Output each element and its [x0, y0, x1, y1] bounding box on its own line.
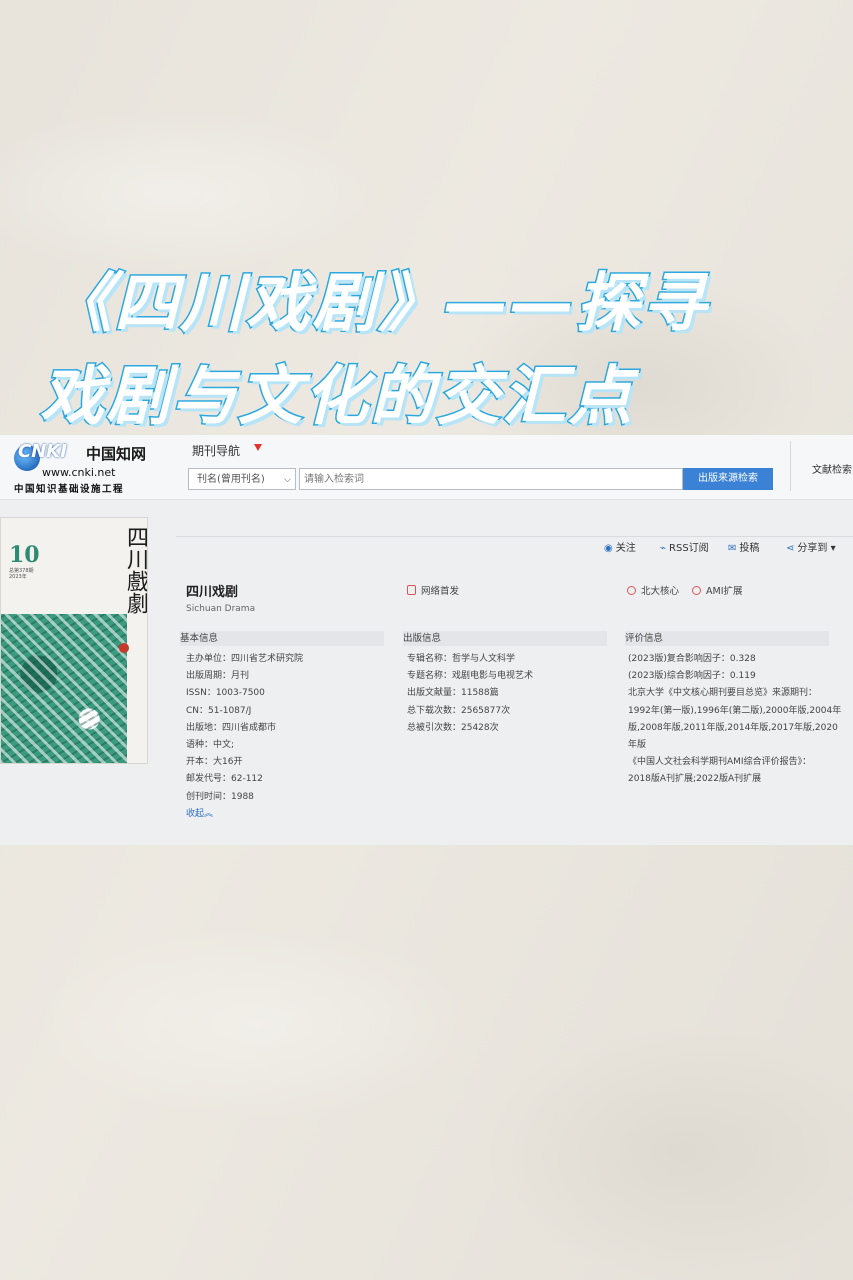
- headline-line-1: 《四川戏剧》——探寻: [47, 266, 708, 343]
- list-item: 2018版A刊扩展;2022版A刊扩展: [628, 774, 762, 785]
- submit-label: 投稿: [739, 543, 760, 554]
- list-item: 创刊时间：1988: [186, 791, 254, 802]
- list-item: 开本：大16开: [186, 757, 243, 768]
- mail-icon: ✉: [728, 543, 737, 554]
- medal-icon: [692, 586, 702, 595]
- logo-mark-text: CNKI: [18, 441, 67, 462]
- cover-title: 四川戲劇: [123, 526, 148, 614]
- list-item: 出版文献量：11588篇: [407, 688, 499, 699]
- basic-info-heading: 基本信息: [180, 631, 384, 646]
- search-input[interactable]: 请输入检索词: [299, 468, 683, 490]
- top-bar: CNKI 中国知网 www.cnki.net 中国知识基础设施工程 期刊导航 刊…: [0, 435, 853, 500]
- cnki-screenshot: CNKI 中国知网 www.cnki.net 中国知识基础设施工程 期刊导航 刊…: [0, 435, 853, 845]
- logo-cn-name: 中国知网: [86, 445, 147, 463]
- follow-label: 关注: [615, 543, 636, 554]
- rss-label: RSS订阅: [669, 543, 709, 554]
- network-first-label: 网络首发: [421, 586, 460, 597]
- list-item: 北京大学《中文核心期刊要目总览》来源期刊：: [628, 688, 818, 699]
- divider: [790, 441, 791, 491]
- collapse-button[interactable]: 收起︽: [186, 806, 303, 823]
- cover-seal: [119, 643, 129, 653]
- share-icon: ⋖: [786, 543, 795, 554]
- list-item: 专题名称：戏剧电影与电视艺术: [407, 671, 534, 682]
- logo-subtitle: 中国知识基础设施工程: [14, 484, 125, 495]
- list-item: 专辑名称：哲学与人文科学: [407, 654, 516, 664]
- share-label: 分享到 ▾: [797, 543, 836, 554]
- toolbar-divider: [176, 536, 853, 537]
- list-item: ISSN：1003-7500: [186, 688, 265, 699]
- list-item: 邮发代号：62-112: [186, 774, 263, 785]
- list-item: 语种：中文;: [186, 740, 235, 751]
- eval-info-list: (2023版)复合影响因子：0.328 (2023版)综合影响因子：0.119 …: [628, 651, 842, 789]
- share-button[interactable]: ⋖ 分享到 ▾: [786, 539, 836, 554]
- cover-artwork: [1, 614, 127, 763]
- journal-title: 四川戏剧: [186, 585, 239, 600]
- list-item: 版,2008年版,2011年版,2014年版,2017年版,2020: [628, 722, 838, 733]
- core-badges: 北大核心 AMI扩展: [627, 583, 743, 597]
- core-badge-label: 北大核心: [641, 586, 680, 597]
- list-item: 总下载次数：2565877次: [407, 705, 511, 716]
- list-item: (2023版)复合影响因子：0.328: [628, 654, 756, 664]
- list-item: 1992年(第一版),1996年(第二版),2000年版,2004年: [628, 705, 842, 716]
- cover-issue-number: 10: [9, 542, 40, 568]
- list-item: 总被引次数：25428次: [407, 722, 499, 733]
- document-icon: [407, 585, 416, 595]
- network-first-badge[interactable]: 网络首发: [407, 583, 459, 597]
- cover-issue-detail: 总第378期 2023年: [9, 568, 34, 580]
- medal-icon: [627, 586, 636, 595]
- caret-down-icon[interactable]: [254, 444, 262, 451]
- ami-badge-label: AMI扩展: [706, 586, 743, 597]
- journal-nav-menu[interactable]: 期刊导航: [192, 442, 240, 459]
- chevron-down-icon: ⌵: [284, 475, 291, 485]
- logo-url: www.cnki.net: [42, 466, 116, 479]
- journal-cover-image: 10 总第378期 2023年 四川戲劇: [0, 517, 148, 764]
- publish-info-list: 专辑名称：哲学与人文科学 专题名称：戏剧电影与电视艺术 出版文献量：11588篇…: [407, 651, 533, 737]
- list-item: 主办单位：四川省艺术研究院: [186, 654, 304, 664]
- journal-title-en: Sichuan Drama: [186, 604, 256, 614]
- basic-info-list: 主办单位：四川省艺术研究院 出版周期：月刊 ISSN：1003-7500 CN：…: [186, 651, 303, 823]
- search-field-select-value: 刊名(曾用刊名): [197, 474, 265, 485]
- publish-info-heading: 出版信息: [403, 631, 607, 646]
- headline-line-2: 戏剧与文化的交汇点: [39, 359, 634, 436]
- collapse-label: 收起: [186, 808, 205, 819]
- list-item: (2023版)综合影响因子：0.119: [628, 671, 756, 682]
- submit-button[interactable]: ✉ 投稿: [728, 539, 759, 554]
- cnki-logo[interactable]: CNKI 中国知网 www.cnki.net 中国知识基础设施工程: [14, 439, 164, 495]
- source-search-button[interactable]: 出版来源检索: [683, 468, 773, 490]
- chevron-up-icon: ︽: [204, 808, 214, 819]
- rss-button[interactable]: ⌁ RSS订阅: [660, 539, 709, 554]
- eval-info-heading: 评价信息: [625, 631, 829, 646]
- list-item: 年版: [628, 740, 647, 751]
- eye-icon: ◉: [604, 543, 613, 554]
- list-item: 出版地：四川省成都市: [186, 722, 277, 733]
- search-field-select[interactable]: 刊名(曾用刊名) ⌵: [188, 468, 296, 490]
- follow-button[interactable]: ◉ 关注: [604, 539, 636, 554]
- rss-icon: ⌁: [660, 543, 667, 554]
- list-item: 出版周期：月刊: [186, 671, 250, 682]
- literature-search-link[interactable]: 文献检索: [812, 461, 852, 476]
- list-item: CN：51-1087/J: [186, 705, 252, 716]
- list-item: 《中国人文社会科学期刊AMI综合评价报告》：: [628, 757, 812, 768]
